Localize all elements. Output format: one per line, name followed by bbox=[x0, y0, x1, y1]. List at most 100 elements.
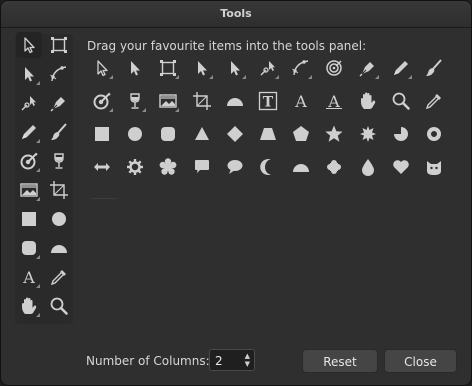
flyout-indicator-icon bbox=[142, 108, 147, 112]
flyout-indicator-icon bbox=[36, 197, 40, 201]
panel-transparency-tool[interactable] bbox=[46, 148, 72, 174]
palette-crop-tool[interactable] bbox=[155, 55, 181, 81]
palette-node-tool[interactable] bbox=[189, 55, 215, 81]
panel-segment-tool[interactable] bbox=[46, 235, 72, 261]
point-transform-tool-icon bbox=[19, 93, 39, 113]
flyout-indicator-icon bbox=[275, 75, 279, 79]
palette-pie-tool[interactable] bbox=[388, 121, 414, 147]
palette-view-tool[interactable] bbox=[355, 88, 381, 114]
palette-divider bbox=[91, 198, 117, 199]
palette-rectangle-tool[interactable] bbox=[89, 121, 115, 147]
panel-artistic-text-tool[interactable]: A bbox=[16, 264, 42, 290]
palette-ellipse-tool[interactable] bbox=[122, 121, 148, 147]
columns-stepper[interactable]: 2 ▲ ▼ bbox=[209, 349, 255, 371]
palette-triangle-tool[interactable] bbox=[189, 121, 215, 147]
palette-burst-tool[interactable] bbox=[355, 121, 381, 147]
palette-square-callout-tool[interactable] bbox=[189, 154, 215, 180]
flyout-indicator-icon bbox=[36, 139, 40, 143]
panel-zoom-tool[interactable] bbox=[46, 293, 72, 319]
palette-zoom-tool[interactable] bbox=[388, 88, 414, 114]
flyout-indicator-icon bbox=[36, 168, 40, 172]
panel-node-tool[interactable] bbox=[16, 61, 42, 87]
palette-ellipse-callout-tool[interactable] bbox=[222, 154, 248, 180]
palette-donut-tool[interactable] bbox=[421, 121, 447, 147]
palette-double-arrow-tool[interactable] bbox=[89, 154, 115, 180]
heart-tool-icon bbox=[391, 157, 411, 177]
panel-move-tool[interactable] bbox=[16, 32, 42, 58]
palette-node-tool[interactable] bbox=[222, 55, 248, 81]
palette-diamond-tool[interactable] bbox=[222, 121, 248, 147]
frame-text-tool-icon: T bbox=[258, 91, 278, 111]
close-button[interactable]: Close bbox=[384, 349, 457, 373]
palette-cloud-tool[interactable] bbox=[321, 154, 347, 180]
table-text-tool-icon: A bbox=[324, 91, 344, 111]
palette-table-text-tool[interactable]: A bbox=[321, 88, 347, 114]
palette-segment-tool[interactable] bbox=[222, 88, 248, 114]
panel-rounded-rectangle-tool[interactable] bbox=[16, 235, 42, 261]
palette-color-picker-tool[interactable] bbox=[421, 88, 447, 114]
palette-flower-tool[interactable] bbox=[155, 154, 181, 180]
artistic-text-tool-icon: A bbox=[291, 91, 311, 111]
segment-tool-icon bbox=[225, 91, 245, 111]
tools-panel[interactable]: A bbox=[15, 32, 73, 324]
vector-crop-tool-icon bbox=[192, 91, 212, 111]
panel-pen-tool[interactable] bbox=[46, 90, 72, 116]
palette-transparency-tool[interactable] bbox=[122, 88, 148, 114]
panel-crop-tool[interactable] bbox=[46, 32, 72, 58]
panel-fill-tool[interactable] bbox=[16, 148, 42, 174]
panel-view-tool[interactable] bbox=[16, 293, 42, 319]
panel-ellipse-tool[interactable] bbox=[46, 206, 72, 232]
palette-pen-tool[interactable] bbox=[355, 55, 381, 81]
panel-vector-crop-tool[interactable] bbox=[46, 177, 72, 203]
panel-color-picker-tool[interactable] bbox=[46, 264, 72, 290]
palette-artistic-text-tool[interactable]: A bbox=[288, 88, 314, 114]
color-picker-tool-icon bbox=[424, 91, 444, 111]
stepper-arrows-icon[interactable]: ▲ ▼ bbox=[245, 352, 250, 368]
svg-text:A: A bbox=[22, 268, 35, 287]
palette-point-transform-tool[interactable] bbox=[255, 55, 281, 81]
palette-corner-tool[interactable] bbox=[288, 55, 314, 81]
columns-label: Number of Columns: bbox=[86, 354, 210, 368]
panel-corner-tool[interactable] bbox=[46, 61, 72, 87]
palette-cog-tool[interactable] bbox=[122, 154, 148, 180]
move-tool-icon bbox=[19, 35, 39, 55]
double-arrow-tool-icon bbox=[92, 157, 112, 177]
panel-rectangle-tool[interactable] bbox=[16, 206, 42, 232]
palette-frame-text-tool[interactable]: T bbox=[255, 88, 281, 114]
palette-trapezoid-tool[interactable] bbox=[255, 121, 281, 147]
ellipse-callout-tool-icon bbox=[225, 157, 245, 177]
pie-tool-icon bbox=[391, 124, 411, 144]
palette-vector-crop-tool[interactable] bbox=[189, 88, 215, 114]
palette-contour-tool[interactable] bbox=[321, 55, 347, 81]
tools-dialog: Tools A Drag your favourite items into t… bbox=[0, 0, 472, 386]
palette-tear-tool[interactable] bbox=[355, 154, 381, 180]
flyout-indicator-icon bbox=[374, 75, 379, 79]
palette-polygon-tool[interactable] bbox=[288, 121, 314, 147]
flyout-indicator-icon bbox=[36, 81, 40, 85]
palette-cat-tool[interactable] bbox=[421, 154, 447, 180]
palette-place-image-tool[interactable] bbox=[155, 88, 181, 114]
panel-pencil-tool[interactable] bbox=[16, 119, 42, 145]
palette-move-tool[interactable] bbox=[89, 55, 115, 81]
palette-node-tool[interactable] bbox=[122, 55, 148, 81]
palette-rounded-rectangle-tool[interactable] bbox=[155, 121, 181, 147]
palette-fill-tool[interactable] bbox=[89, 88, 115, 114]
palette-segment-tool[interactable] bbox=[288, 154, 314, 180]
palette-crescent-tool[interactable] bbox=[255, 154, 281, 180]
panel-place-image-tool[interactable] bbox=[16, 177, 42, 203]
reset-button[interactable]: Reset bbox=[302, 349, 378, 373]
flyout-indicator-icon bbox=[175, 75, 180, 79]
palette-heart-tool[interactable] bbox=[388, 154, 414, 180]
palette-star-tool[interactable] bbox=[321, 121, 347, 147]
polygon-tool-icon bbox=[291, 124, 311, 144]
svg-text:T: T bbox=[263, 95, 274, 111]
columns-value: 2 bbox=[215, 354, 223, 368]
palette-vector-brush-tool[interactable] bbox=[421, 55, 447, 81]
dialog-footer: Number of Columns: 2 ▲ ▼ Reset Close bbox=[1, 341, 471, 385]
palette-pencil-tool[interactable] bbox=[388, 55, 414, 81]
crescent-tool-icon bbox=[258, 157, 278, 177]
panel-point-transform-tool[interactable] bbox=[16, 90, 42, 116]
panel-vector-brush-tool[interactable] bbox=[46, 119, 72, 145]
corner-tool-icon bbox=[49, 64, 69, 84]
view-tool-icon bbox=[358, 91, 378, 111]
